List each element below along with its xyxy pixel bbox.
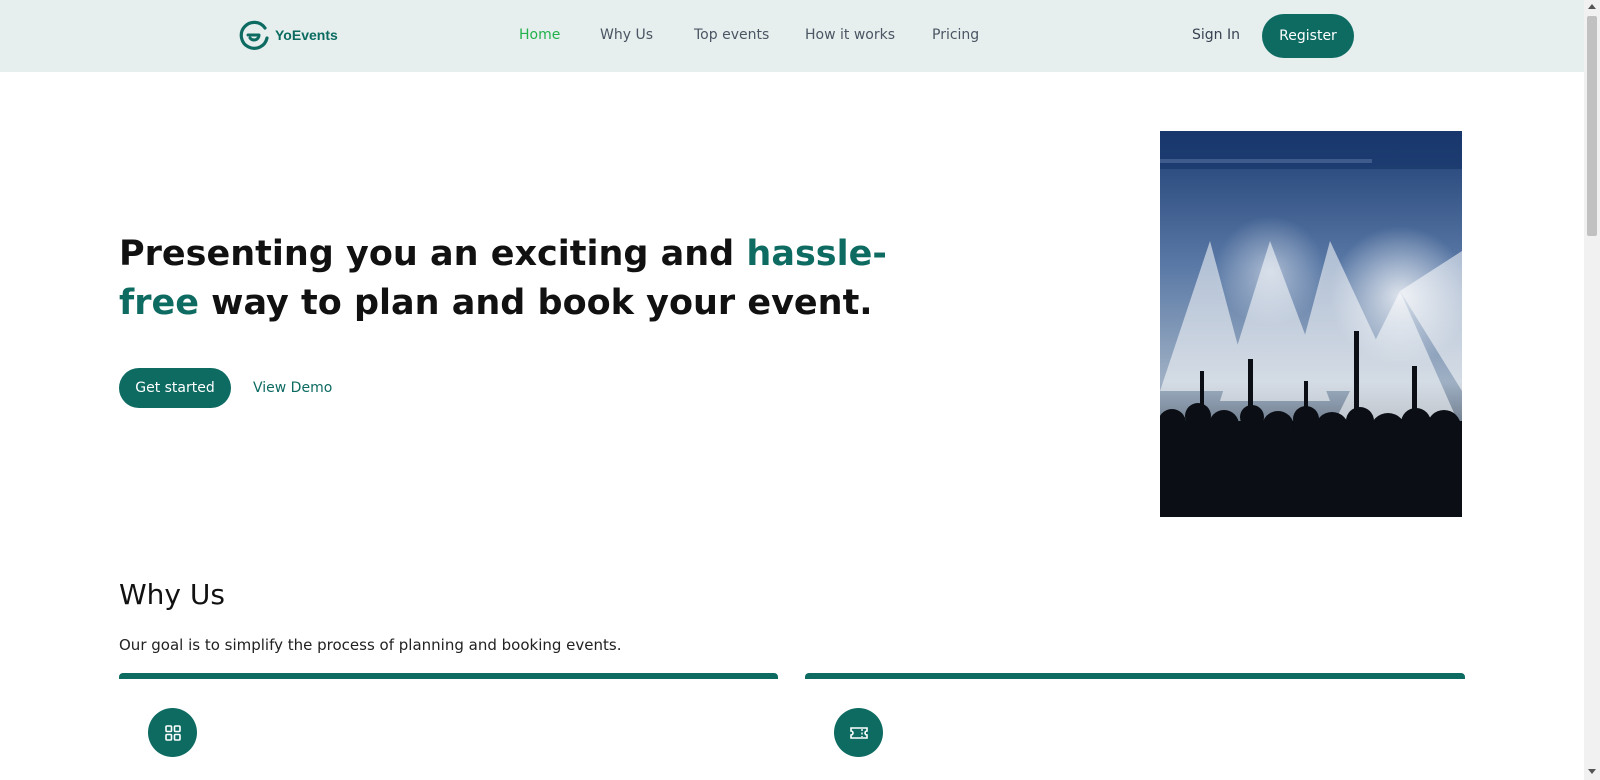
hero-title-prefix: Presenting you an exciting and [119,234,747,274]
nav-pricing[interactable]: Pricing [932,27,979,43]
view-demo-link[interactable]: View Demo [253,380,332,396]
why-us-subtitle: Our goal is to simplify the process of p… [119,636,622,654]
register-button[interactable]: Register [1262,14,1354,58]
why-us-heading: Why Us [119,578,225,611]
grid-icon [148,708,197,757]
scroll-down-icon[interactable] [1588,769,1596,774]
scroll-thumb[interactable] [1587,16,1597,236]
hero-title: Presenting you an exciting and hassle-fr… [119,230,939,328]
sign-in-link[interactable]: Sign In [1192,27,1240,43]
nav-how-it-works[interactable]: How it works [805,27,895,43]
get-started-button[interactable]: Get started [119,368,231,408]
feature-card [119,673,778,780]
nav-home[interactable]: Home [519,27,560,43]
brand-name: YoEvents [275,27,338,43]
feature-card [805,673,1465,780]
concert-crowd-photo [1160,131,1462,517]
page-scrollbar[interactable] [1584,0,1600,780]
brand-logo[interactable]: YoEvents [237,18,338,52]
nav-top-events[interactable]: Top events [694,27,769,43]
hero-title-suffix: way to plan and book your event. [198,283,873,323]
ticket-icon [834,708,883,757]
scroll-up-icon[interactable] [1588,4,1596,9]
nav-why-us[interactable]: Why Us [600,27,653,43]
site-header: YoEvents Home Why Us Top events How it w… [0,0,1584,72]
hero-image [1160,131,1462,517]
logo-icon [239,20,269,50]
